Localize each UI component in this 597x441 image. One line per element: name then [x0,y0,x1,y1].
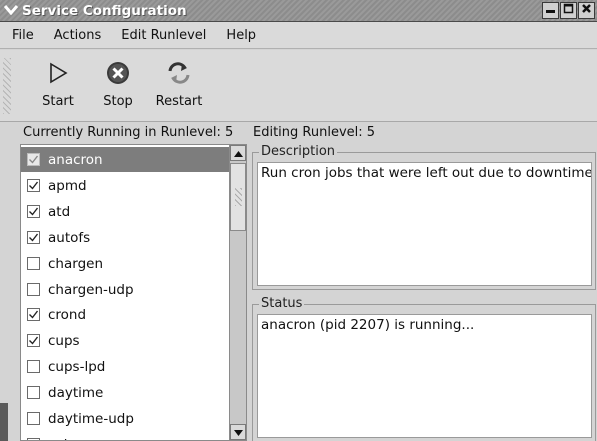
scroll-down-button[interactable] [230,424,246,440]
service-checkbox[interactable] [27,257,40,270]
service-name: anacron [48,151,103,168]
minimize-button[interactable] [542,2,559,19]
stop-icon [105,60,131,86]
service-checkbox[interactable] [27,308,40,321]
menu-bar: File Actions Edit Runlevel Help [0,22,597,49]
description-label: Description [259,144,338,159]
service-item-anacron[interactable]: anacron [21,147,229,172]
service-checkbox[interactable] [27,386,40,399]
close-button[interactable] [578,2,595,19]
service-item-daytime-udp[interactable]: daytime-udp [21,406,229,431]
service-checkbox[interactable] [27,412,40,425]
restart-icon [166,60,192,86]
description-frame: Description Run cron jobs that were left… [252,144,596,290]
service-checkbox[interactable] [27,231,40,244]
service-name: cups [48,332,80,349]
service-name: chargen-udp [48,281,134,298]
window-menu-button[interactable] [3,3,19,19]
toolbar: Start Stop Restart [0,50,597,122]
window-edge [0,143,20,441]
service-item-daytime[interactable]: daytime [21,380,229,405]
start-button[interactable]: Start [38,56,78,116]
service-name: cups-lpd [48,358,106,375]
service-item-autofs[interactable]: autofs [21,225,229,250]
stop-label: Stop [103,94,133,109]
service-name: chargen [48,255,103,272]
chevron-down-icon [3,3,19,19]
service-name: daytime-udp [48,410,134,427]
maximize-icon [563,3,574,18]
service-item-echo[interactable]: echo [21,432,229,441]
start-label: Start [42,94,74,109]
runlevel-info: Currently Running in Runlevel: 5 Editing… [0,123,597,143]
scroll-thumb[interactable] [230,163,246,231]
status-frame: Status anacron (pid 2207) is running... [252,296,596,441]
status-text: anacron (pid 2207) is running... [257,314,592,438]
editing-runlevel-label: Editing Runlevel: 5 [253,125,376,140]
service-item-chargen-udp[interactable]: chargen-udp [21,277,229,302]
service-name: echo [48,437,81,441]
description-text: Run cron jobs that were left out due to … [257,162,592,286]
service-checkbox[interactable] [27,153,40,166]
service-item-crond[interactable]: crond [21,302,229,327]
service-item-cups[interactable]: cups [21,328,229,353]
maximize-button[interactable] [560,2,577,19]
menu-actions[interactable]: Actions [44,22,112,48]
restart-label: Restart [155,94,203,109]
service-list[interactable]: anacron apmd atd autofs chargen chargen-… [20,144,230,441]
menu-file[interactable]: File [0,22,44,48]
service-name: autofs [48,229,91,246]
service-name: apmd [48,177,87,194]
service-item-atd[interactable]: atd [21,199,229,224]
title-bar[interactable]: Service Configuration [0,0,597,22]
service-item-cups-lpd[interactable]: cups-lpd [21,354,229,379]
service-name: atd [48,203,71,220]
toolbar-handle[interactable] [3,58,11,114]
service-checkbox[interactable] [27,283,40,296]
status-label: Status [259,296,305,311]
arrow-down-icon [233,425,243,440]
service-item-apmd[interactable]: apmd [21,173,229,198]
service-list-scrollbar[interactable] [230,144,247,441]
restart-button[interactable]: Restart [150,56,208,116]
service-checkbox[interactable] [27,334,40,347]
service-checkbox[interactable] [27,205,40,218]
menu-help[interactable]: Help [216,22,266,48]
service-name: daytime [48,384,104,401]
service-name: crond [48,306,87,323]
minimize-icon [545,3,556,18]
service-checkbox[interactable] [27,179,40,192]
close-icon [581,3,592,18]
window-title: Service Configuration [22,3,187,19]
arrow-up-icon [233,146,243,161]
service-item-chargen[interactable]: chargen [21,251,229,276]
menu-edit-runlevel[interactable]: Edit Runlevel [111,22,216,48]
stop-button[interactable]: Stop [98,56,138,116]
play-icon [45,60,71,86]
service-checkbox[interactable] [27,360,40,373]
current-runlevel-label: Currently Running in Runlevel: 5 [23,125,234,140]
scroll-up-button[interactable] [230,145,246,161]
